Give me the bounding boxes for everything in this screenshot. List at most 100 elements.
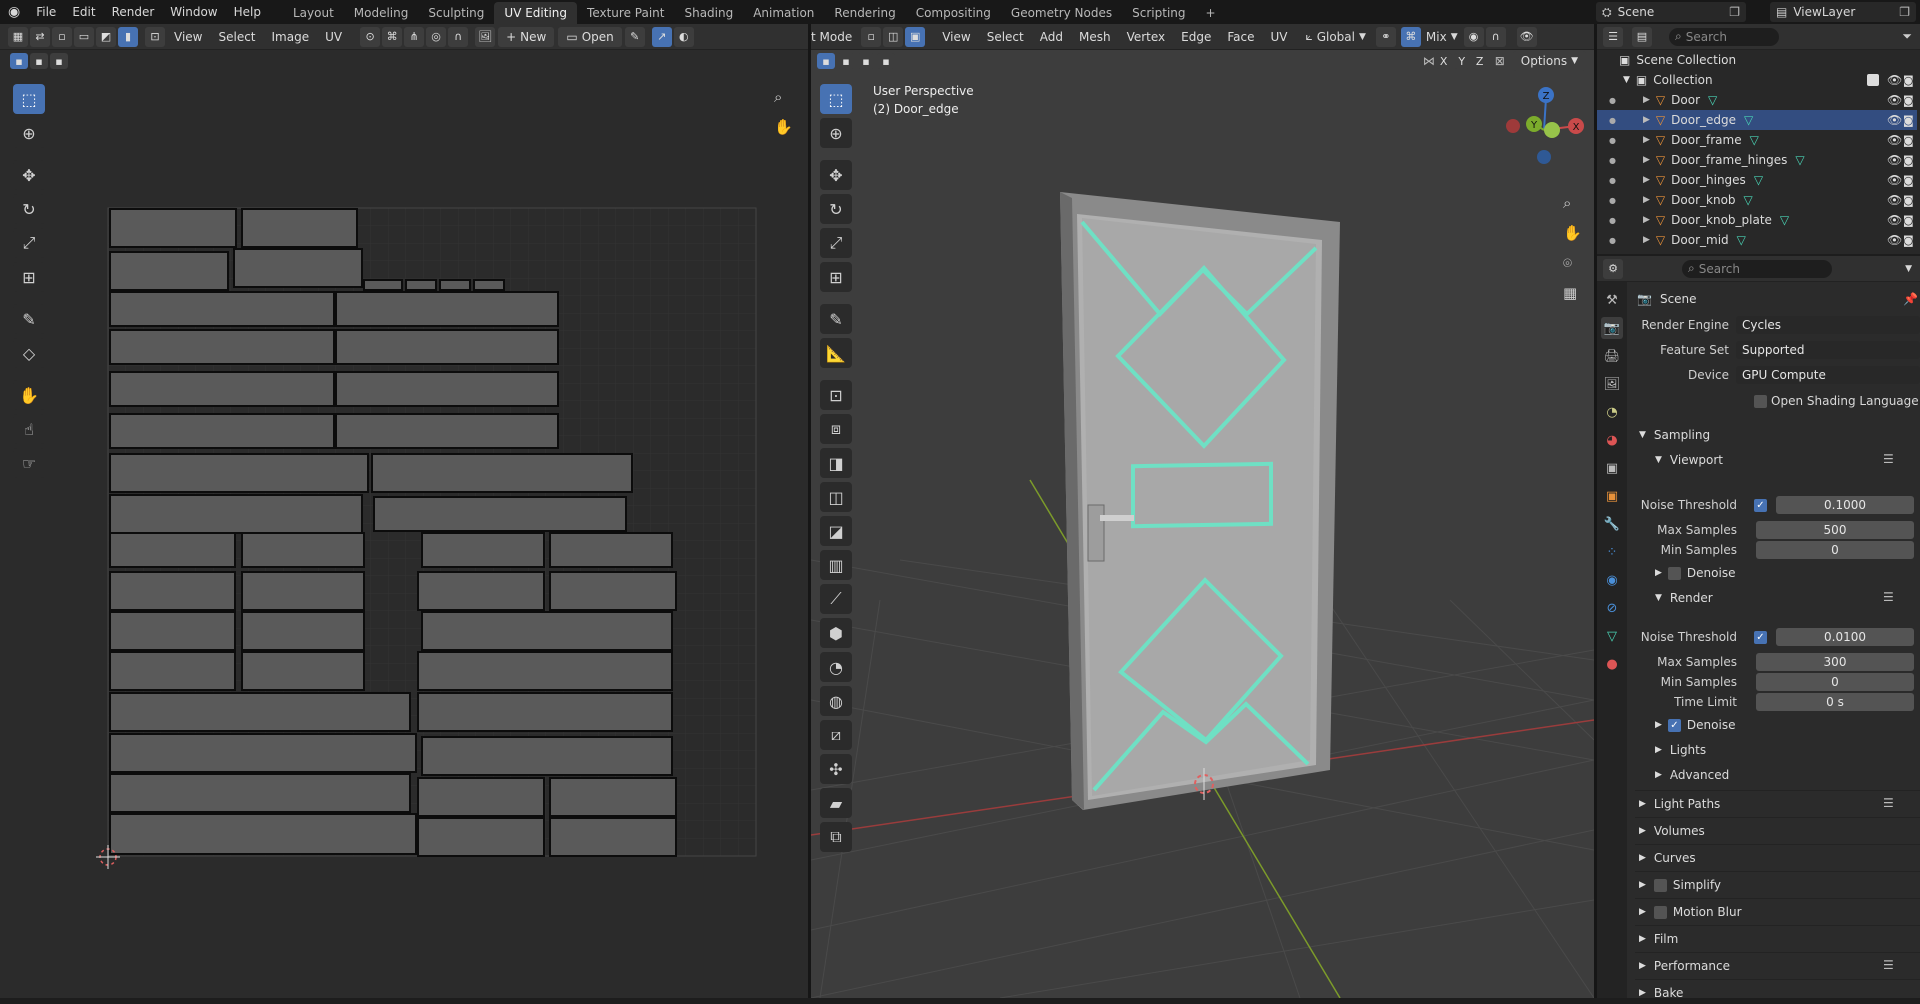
chevron-right-icon[interactable]: ▶	[1643, 175, 1650, 185]
uv-island[interactable]	[417, 651, 673, 691]
falloff-icon[interactable]: ∩	[448, 26, 469, 47]
r-max-field[interactable]: 300	[1756, 653, 1914, 671]
r-min-field[interactable]: 0	[1756, 673, 1914, 691]
sticky-select-icon[interactable]: ⊡	[145, 26, 165, 47]
uv-island[interactable]	[405, 279, 437, 291]
snap-toggle-icon[interactable]: ⌘	[1400, 26, 1421, 47]
vp-menu-mesh[interactable]: Mesh	[1071, 30, 1119, 44]
proportional-falloff-icon[interactable]: ∩	[1485, 26, 1506, 47]
vp-min-field[interactable]: 0	[1756, 541, 1914, 559]
scene-tab-icon[interactable]: ◔	[1601, 401, 1623, 423]
vp-menu-face[interactable]: Face	[1219, 30, 1262, 44]
render-icon[interactable]: ◙	[1903, 194, 1914, 207]
mirror-z-button[interactable]: Z	[1471, 53, 1488, 69]
render-panel-header[interactable]: ▶ Film	[1639, 928, 1678, 950]
navigation-gizmo[interactable]: Z X Y	[1506, 87, 1584, 164]
uv-island[interactable]	[241, 651, 365, 691]
collection-row[interactable]: ▼ ▣ Collection 👁 ◙	[1597, 70, 1917, 90]
image-browse-icon[interactable]: 🖼	[475, 26, 496, 47]
render-tab-icon[interactable]: 📷	[1601, 317, 1623, 339]
uv-island[interactable]	[241, 532, 365, 568]
render-icon[interactable]: ◙	[1903, 114, 1914, 127]
visibility-icon[interactable]: 👁	[1887, 93, 1902, 107]
uv-island[interactable]	[109, 251, 229, 291]
vp-noise-checkbox[interactable]: ✓	[1754, 499, 1767, 512]
add-workspace-button[interactable]: +	[1196, 2, 1226, 24]
mesh-data-icon[interactable]: ▽	[1795, 153, 1804, 167]
mesh-data-icon[interactable]: ▽	[1750, 133, 1759, 147]
uv-island[interactable]	[109, 329, 335, 365]
device-dropdown[interactable]: GPU Compute	[1736, 366, 1920, 384]
uv-island[interactable]	[109, 651, 236, 691]
properties-search-field[interactable]: ⌕ Search	[1682, 259, 1832, 278]
lights-subpanel-header[interactable]: ▶ Lights	[1655, 739, 1706, 761]
outliner-item[interactable]: ● ▶ ▽ Door_frame_hinges ▽ 👁 ◙	[1597, 150, 1917, 170]
view-layer-selector[interactable]: ▤ ViewLayer ❐	[1770, 2, 1916, 22]
edit-mode-dot-icon[interactable]: ●	[1609, 156, 1617, 165]
display-mode-icon[interactable]: ▤	[1632, 26, 1652, 47]
select-mode-new-icon[interactable]: ▪	[10, 53, 28, 69]
visibility-icon[interactable]: 👁	[1887, 213, 1902, 227]
visibility-icon[interactable]: 👁	[1887, 113, 1902, 127]
object-tab-icon[interactable]: ▣	[1601, 485, 1623, 507]
vp-menu-edge[interactable]: Edge	[1173, 30, 1219, 44]
render-icon[interactable]: ◙	[1903, 154, 1914, 167]
edit-mode-dot-icon[interactable]: ●	[1609, 116, 1617, 125]
tab-scripting[interactable]: Scripting	[1122, 2, 1195, 24]
pivot-icon[interactable]: ⊙	[360, 26, 381, 47]
vp-menu-uv[interactable]: UV	[1262, 30, 1295, 44]
tool-tab-icon[interactable]: ⚒	[1601, 289, 1623, 311]
outliner-item[interactable]: ● ▶ ▽ Door ▽ 👁 ◙	[1597, 90, 1917, 110]
uv-island[interactable]	[109, 371, 335, 407]
pin-icon[interactable]: 📌	[1903, 292, 1918, 306]
copy-scene-icon[interactable]: ❐	[1729, 5, 1740, 19]
viewport-subpanel-header[interactable]: ▼ Viewport	[1655, 449, 1723, 471]
chevron-right-icon[interactable]: ▶	[1643, 115, 1650, 125]
spin-icon[interactable]: ◔	[820, 652, 852, 682]
uv-island[interactable]	[335, 413, 559, 449]
vp-measure-icon[interactable]: 📐	[820, 338, 852, 368]
tab-texture-paint[interactable]: Texture Paint	[577, 2, 674, 24]
mirror-y-button[interactable]: Y	[1453, 53, 1470, 69]
list-icon[interactable]: ☰	[1883, 958, 1894, 972]
render-icon[interactable]: ◙	[1903, 134, 1914, 147]
vp-denoise-checkbox[interactable]	[1667, 566, 1681, 580]
mesh-data-icon[interactable]: ▽	[1780, 213, 1789, 227]
vp-max-field[interactable]: 500	[1756, 521, 1914, 539]
shear-icon[interactable]: ▰	[820, 788, 852, 818]
shrink-fatten-icon[interactable]: ✣	[820, 754, 852, 784]
vp-rotate-icon[interactable]: ↻	[820, 194, 852, 224]
edit-mode-dot-icon[interactable]: ●	[1609, 236, 1617, 245]
sampling-panel-header[interactable]: ▼ Sampling	[1639, 424, 1710, 446]
tab-geometry-nodes[interactable]: Geometry Nodes	[1001, 2, 1122, 24]
vp-denoise-header[interactable]: ▶ Denoise	[1655, 562, 1735, 584]
gizmo-toggle-icon[interactable]: ↗	[651, 26, 672, 47]
uv-island[interactable]	[373, 496, 627, 532]
uv-island[interactable]	[421, 736, 673, 776]
vp-cursor-icon[interactable]: ⊕	[820, 118, 852, 148]
vp-select-subtract-icon[interactable]: ▪	[857, 53, 875, 69]
panel-enable-checkbox[interactable]	[1653, 878, 1667, 892]
transform-orientation-dropdown[interactable]: ⟀ Global ▼	[1305, 29, 1365, 44]
constraints-tab-icon[interactable]: ⊘	[1601, 597, 1623, 619]
render-panel-header[interactable]: ▶ Performance	[1639, 955, 1730, 977]
vp-menu-view[interactable]: View	[934, 30, 978, 44]
face-select-icon[interactable]: ◩	[96, 26, 116, 47]
render-icon[interactable]: ◙	[1903, 214, 1914, 227]
vp-select-new-icon[interactable]: ▪	[817, 53, 835, 69]
collection-tab-icon[interactable]: ▣	[1601, 457, 1623, 479]
vertex-mode-icon[interactable]: ▫	[861, 26, 882, 47]
menu-window[interactable]: Window	[162, 0, 225, 24]
osl-checkbox[interactable]	[1754, 395, 1767, 408]
r-noise-checkbox[interactable]: ✓	[1754, 631, 1767, 644]
chevron-down-icon[interactable]: ▼	[1905, 264, 1912, 274]
vp-menu-add[interactable]: Add	[1032, 30, 1071, 44]
uv-island[interactable]	[109, 413, 335, 449]
knife-icon[interactable]: ⟋	[820, 584, 852, 614]
uv-island[interactable]	[109, 532, 236, 568]
vp-scale-icon[interactable]: ⤢	[820, 228, 852, 258]
proportional-edit-icon[interactable]: ◎	[426, 26, 447, 47]
rip-region-icon[interactable]: ⧉	[820, 822, 852, 852]
uv-island[interactable]	[421, 611, 673, 651]
data-tab-icon[interactable]: ▽	[1601, 625, 1623, 647]
